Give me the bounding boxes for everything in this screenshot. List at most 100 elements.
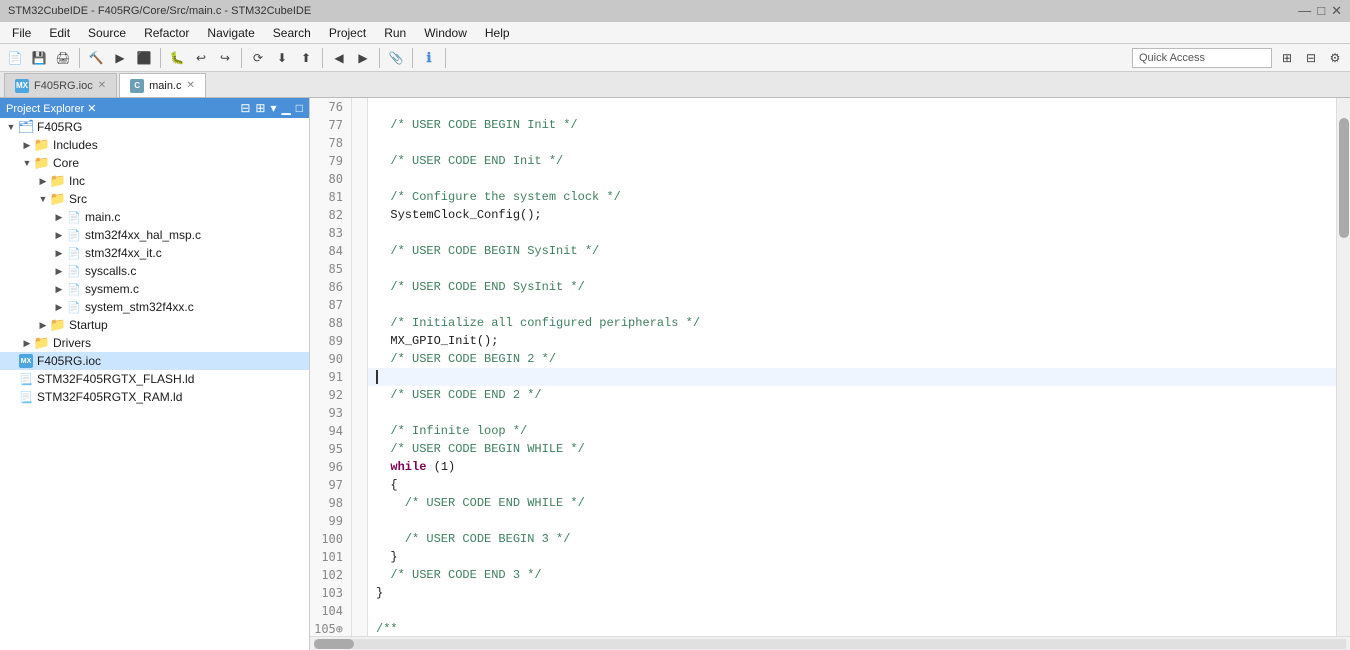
toolbar-btn17[interactable]: ⊟ [1300, 47, 1322, 69]
toolbar-btn12[interactable]: ⬆ [295, 47, 317, 69]
toolbar-btn8[interactable]: ↩ [190, 47, 212, 69]
menu-edit[interactable]: Edit [41, 24, 78, 42]
code-line: 91 [310, 368, 1336, 386]
tree-item-STM32F405RGTX-FLASH-ld[interactable]: 📃STM32F405RGTX_FLASH.ld [0, 370, 309, 388]
menu-help[interactable]: Help [477, 24, 518, 42]
toolbar-build[interactable]: 🔨 [85, 47, 107, 69]
tree-item-main-c[interactable]: ▶📄main.c [0, 208, 309, 226]
vertical-scrollbar[interactable] [1336, 98, 1350, 636]
tree-item-stm32f4xx-it-c[interactable]: ▶📄stm32f4xx_it.c [0, 244, 309, 262]
line-content[interactable] [368, 512, 376, 530]
tree-item-STM32F405RGTX-RAM-ld[interactable]: 📃STM32F405RGTX_RAM.ld [0, 388, 309, 406]
editor-content[interactable]: 7677 /* USER CODE BEGIN Init */7879 /* U… [310, 98, 1336, 636]
tree-item-F405RG[interactable]: ▼🗂F405RG [0, 118, 309, 136]
code-line: 78 [310, 134, 1336, 152]
toolbar-btn13[interactable]: ◀ [328, 47, 350, 69]
tree-item-stm32f4xx-hal-msp-c[interactable]: ▶📄stm32f4xx_hal_msp.c [0, 226, 309, 244]
tree-item-Includes[interactable]: ▶📁Includes [0, 136, 309, 154]
tab-main-c[interactable]: C main.c ✕ [119, 73, 206, 97]
hscroll-thumb[interactable] [314, 639, 354, 649]
line-content[interactable] [368, 368, 385, 386]
toolbar-info[interactable]: ℹ [418, 47, 440, 69]
line-content[interactable]: /* Configure the system clock */ [368, 188, 621, 206]
tree-item-system-stm32f4xx-c[interactable]: ▶📄system_stm32f4xx.c [0, 298, 309, 316]
line-content[interactable]: /** [368, 620, 398, 636]
line-content[interactable]: /* USER CODE END 2 */ [368, 386, 542, 404]
line-content[interactable] [368, 404, 376, 422]
toolbar-btn2[interactable]: 💾 [28, 47, 50, 69]
line-content[interactable]: SystemClock_Config(); [368, 206, 542, 224]
sidebar-menu[interactable]: ▾ [270, 101, 276, 115]
toolbar-btn10[interactable]: ⟳ [247, 47, 269, 69]
line-content[interactable]: while (1) [368, 458, 455, 476]
line-content[interactable]: /* USER CODE BEGIN 3 */ [368, 530, 570, 548]
line-content[interactable]: /* USER CODE END 3 */ [368, 566, 542, 584]
menu-file[interactable]: File [4, 24, 39, 42]
menu-window[interactable]: Window [416, 24, 475, 42]
line-content[interactable]: { [368, 476, 398, 494]
line-content[interactable]: /* USER CODE BEGIN Init */ [368, 116, 578, 134]
toolbar-btn3[interactable]: 🖨 [52, 47, 74, 69]
comment-span: /* Initialize all configured peripherals… [376, 316, 700, 330]
minimize-button[interactable]: — [1298, 3, 1311, 19]
tree-item-syscalls-c[interactable]: ▶📄syscalls.c [0, 262, 309, 280]
line-content[interactable] [368, 296, 376, 314]
hscroll-track[interactable] [314, 639, 1346, 649]
toolbar-btn5[interactable]: ▶ [109, 47, 131, 69]
tree-item-Src[interactable]: ▼📁Src [0, 190, 309, 208]
line-content[interactable]: /* Initialize all configured peripherals… [368, 314, 700, 332]
sidebar-minimize[interactable]: ▁ [282, 101, 291, 115]
toolbar-btn9[interactable]: ↪ [214, 47, 236, 69]
line-content[interactable] [368, 602, 376, 620]
menu-run[interactable]: Run [376, 24, 414, 42]
tree-item-sysmem-c[interactable]: ▶📄sysmem.c [0, 280, 309, 298]
tree-item-Startup[interactable]: ▶📁Startup [0, 316, 309, 334]
toolbar-btn6[interactable]: ⬛ [133, 47, 155, 69]
toolbar-debug[interactable]: 🐛 [166, 47, 188, 69]
line-content[interactable] [368, 170, 376, 188]
line-content[interactable]: /* USER CODE END Init */ [368, 152, 563, 170]
menu-project[interactable]: Project [321, 24, 374, 42]
sidebar-collapse[interactable]: ⊟ [240, 101, 250, 115]
horizontal-scrollbar[interactable] [310, 636, 1350, 650]
toolbar-btn14[interactable]: ▶ [352, 47, 374, 69]
vscroll-thumb[interactable] [1339, 118, 1349, 238]
line-content[interactable]: /* USER CODE BEGIN 2 */ [368, 350, 556, 368]
menu-refactor[interactable]: Refactor [136, 24, 197, 42]
toolbar-new[interactable]: 📄 [4, 47, 26, 69]
line-content[interactable]: /* USER CODE END WHILE */ [368, 494, 585, 512]
tree-item-Core[interactable]: ▼📁Core [0, 154, 309, 172]
line-content[interactable]: } [368, 548, 398, 566]
line-content[interactable] [368, 224, 376, 242]
toolbar-btn16[interactable]: ⊞ [1276, 47, 1298, 69]
tab-ioc-close[interactable]: ✕ [98, 80, 106, 91]
tree-item-F405RG-ioc[interactable]: MXF405RG.ioc [0, 352, 309, 370]
menu-navigate[interactable]: Navigate [199, 24, 262, 42]
line-gutter [352, 332, 368, 350]
menu-source[interactable]: Source [80, 24, 134, 42]
line-content[interactable]: /* USER CODE BEGIN WHILE */ [368, 440, 585, 458]
menu-search[interactable]: Search [265, 24, 319, 42]
line-content[interactable]: /* USER CODE BEGIN SysInit */ [368, 242, 599, 260]
toolbar-btn15[interactable]: 📎 [385, 47, 407, 69]
sidebar-maximize[interactable]: □ [296, 101, 303, 115]
tab-mainc-close[interactable]: ✕ [187, 80, 195, 91]
tree-item-Inc[interactable]: ▶📁Inc [0, 172, 309, 190]
tree-item-Drivers[interactable]: ▶📁Drivers [0, 334, 309, 352]
line-content[interactable] [368, 260, 376, 278]
line-content[interactable] [368, 98, 376, 116]
line-content[interactable]: } [368, 584, 383, 602]
toolbar-btn18[interactable]: ⚙ [1324, 47, 1346, 69]
toolbar-btn11[interactable]: ⬇ [271, 47, 293, 69]
sidebar-expand[interactable]: ⊞ [255, 101, 265, 115]
quick-access-input[interactable]: Quick Access [1132, 48, 1272, 68]
maximize-button[interactable]: □ [1317, 3, 1325, 19]
tab-f405rg-ioc[interactable]: MX F405RG.ioc ✕ [4, 73, 117, 97]
line-content[interactable]: MX_GPIO_Init(); [368, 332, 498, 350]
file-icon: 📄 [67, 211, 81, 224]
line-content[interactable]: /* Infinite loop */ [368, 422, 527, 440]
line-content[interactable]: /* USER CODE END SysInit */ [368, 278, 585, 296]
line-content[interactable] [368, 134, 376, 152]
line-number: 101 [310, 548, 352, 566]
close-button[interactable]: ✕ [1331, 3, 1342, 19]
